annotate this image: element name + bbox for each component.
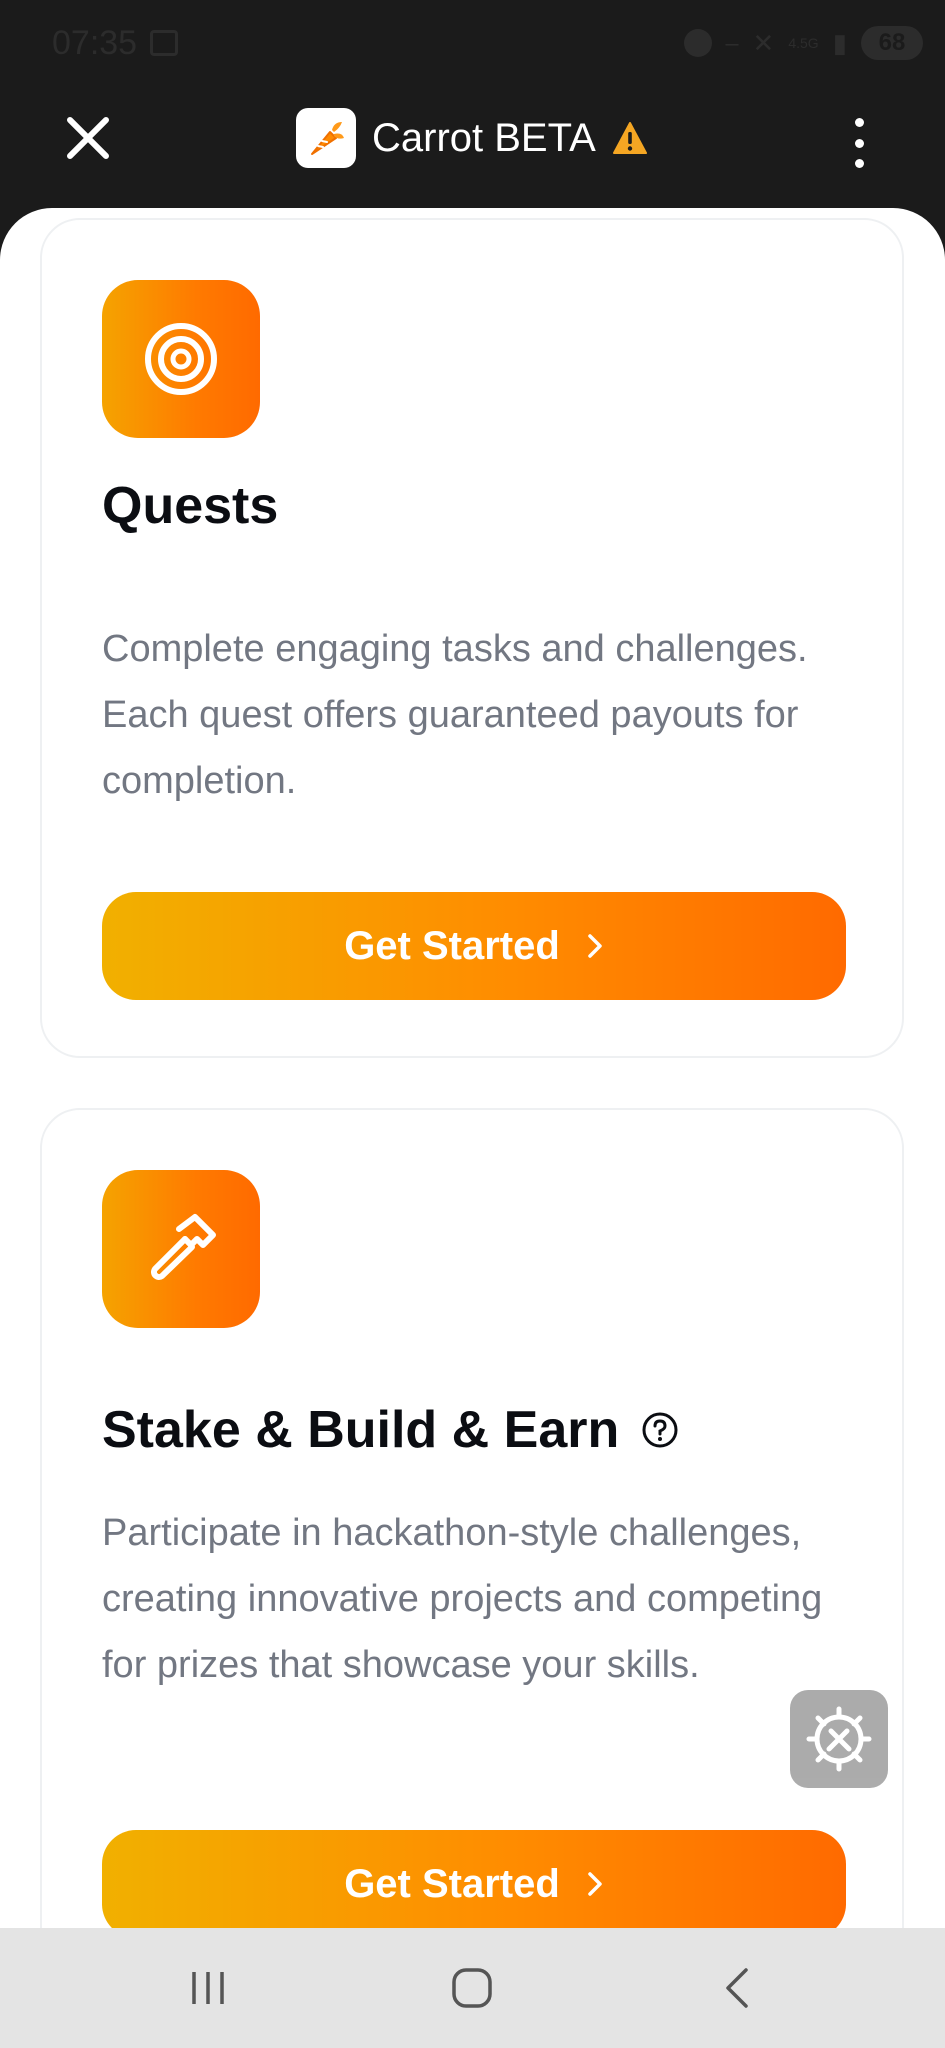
- carrot-logo-icon: [296, 108, 356, 168]
- close-button[interactable]: [62, 112, 114, 164]
- close-icon: [67, 117, 109, 159]
- quests-description: Complete engaging tasks and challenges. …: [102, 628, 808, 802]
- recent-apps-button[interactable]: [168, 1958, 248, 2018]
- card-title: Stake & Build & Earn: [102, 1400, 679, 1460]
- status-icons: ⎯ ✕ 4.5G ▮ 68: [683, 26, 923, 60]
- sleep-icon: ⎯: [725, 27, 739, 57]
- app-title: Carrot BETA: [372, 115, 596, 160]
- chevron-right-icon: [588, 934, 602, 958]
- status-time: 07:35: [52, 24, 138, 62]
- battery-indicator: 68: [861, 26, 923, 60]
- gear-tools-icon: [806, 1706, 872, 1772]
- quests-card: Quests Complete engaging tasks and chall…: [40, 218, 904, 1058]
- target-icon-tile: [102, 280, 260, 438]
- status-bar: 07:35 ⎯ ✕ 4.5G ▮ 68: [0, 0, 945, 90]
- back-icon: [726, 1968, 748, 2008]
- warning-icon: [612, 122, 647, 154]
- signal-icon: ▮: [832, 27, 847, 58]
- more-dot: [854, 138, 864, 148]
- more-options-button[interactable]: [849, 118, 869, 168]
- back-button[interactable]: [698, 1958, 778, 2018]
- button-label: Get Started: [344, 1861, 560, 1906]
- mute-icon: ✕: [752, 27, 775, 58]
- content-sheet: Quests Complete engaging tasks and chall…: [0, 208, 945, 1928]
- stake-build-earn-card: Stake & Build & Earn Participate in hack…: [40, 1108, 904, 1928]
- recent-apps-icon: [192, 1972, 224, 2004]
- hammer-icon: [151, 1214, 216, 1280]
- card-title: Quests: [102, 476, 278, 536]
- network-label: 4.5G: [788, 35, 819, 51]
- dnd-icon: [683, 29, 712, 57]
- floating-settings-button[interactable]: [790, 1690, 888, 1788]
- home-button[interactable]: [432, 1958, 512, 2018]
- more-dot: [854, 159, 864, 168]
- help-icon[interactable]: [641, 1411, 679, 1449]
- hammer-icon-tile: [102, 1170, 260, 1328]
- target-icon: [145, 323, 217, 395]
- screenshot-icon: [150, 30, 178, 56]
- quests-get-started-button[interactable]: Get Started: [102, 892, 846, 1000]
- stake-build-earn-get-started-button[interactable]: Get Started: [102, 1830, 846, 1928]
- system-nav-bar: [0, 1928, 945, 2048]
- app-title-group: Carrot BETA: [296, 108, 648, 168]
- more-dot: [854, 118, 864, 127]
- chevron-right-icon: [588, 1872, 602, 1896]
- quests-title: Quests: [102, 477, 279, 535]
- home-icon: [452, 1968, 492, 2008]
- stake-build-earn-title: Stake & Build & Earn: [102, 1401, 620, 1459]
- stake-build-earn-description: Participate in hackathon-style challenge…: [102, 1512, 823, 1686]
- app-bar: Carrot BETA: [0, 90, 945, 210]
- button-label: Get Started: [344, 923, 560, 968]
